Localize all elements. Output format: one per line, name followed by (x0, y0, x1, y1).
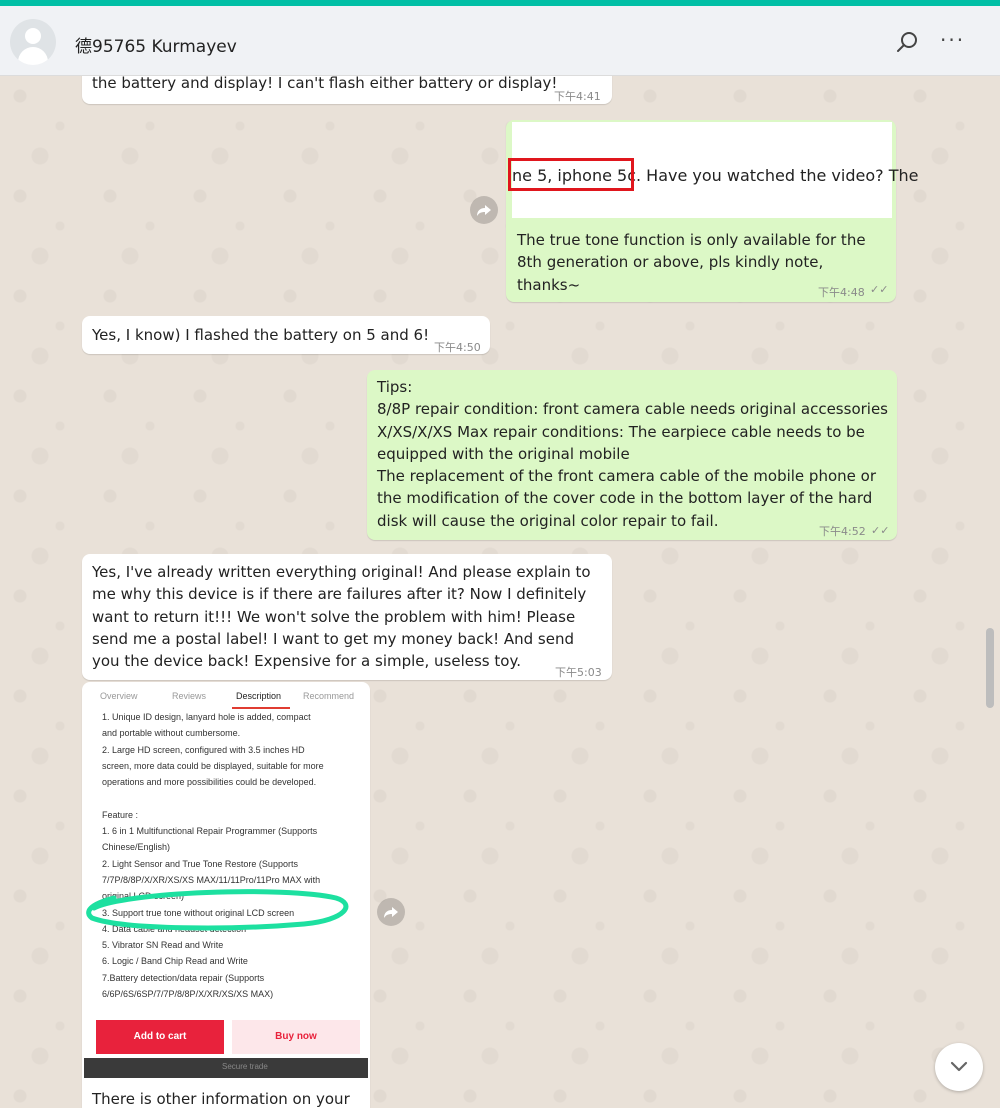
chat-header: 德95765 Kurmayev ··· (0, 6, 1000, 76)
double-check-icon: ✓✓ (871, 524, 890, 537)
message-bubble-outgoing[interactable]: Tips: 8/8P repair condition: front camer… (367, 370, 897, 540)
scrollbar[interactable] (986, 628, 994, 708)
message-time: 下午4:41 (554, 90, 601, 103)
avatar[interactable] (10, 19, 56, 65)
message-text: Tips: 8/8P repair condition: front camer… (377, 378, 888, 530)
more-icon[interactable]: ··· (940, 28, 965, 52)
add-to-cart-button: Add to cart (96, 1020, 224, 1054)
purchase-bar: Add to cart Buy now (84, 1015, 368, 1061)
search-icon[interactable] (896, 30, 920, 54)
message-text: Yes, I know) I flashed the battery on 5 … (92, 326, 430, 344)
avatar-body (18, 47, 48, 65)
message-time: 下午5:03 (555, 666, 602, 679)
chevron-down-icon[interactable] (935, 1043, 983, 1091)
forward-icon[interactable] (470, 196, 498, 224)
message-list[interactable]: the battery and display! I can't flash e… (0, 76, 1000, 1108)
bottom-strip: Secure trade (84, 1058, 368, 1078)
highlight-box (508, 158, 634, 191)
highlight-ellipse (86, 889, 349, 931)
forward-icon[interactable] (377, 898, 405, 926)
message-time: 下午4:50 (434, 341, 481, 354)
message-time: 下午4:52 (819, 525, 866, 538)
message-bubble-incoming[interactable]: Yes, I know) I flashed the battery on 5 … (82, 316, 490, 354)
message-time: 下午4:48 (818, 286, 865, 299)
message-bubble-incoming[interactable]: the battery and display! I can't flash e… (82, 76, 612, 104)
double-check-icon: ✓✓ (870, 283, 889, 296)
bottom-strip-text: Secure trade (222, 1062, 268, 1071)
message-text: Yes, I've already written everything ori… (92, 563, 591, 671)
product-screenshot[interactable]: Overview Reviews Description Recommend 1… (84, 684, 368, 1078)
contact-name[interactable]: 德95765 Kurmayev (75, 32, 237, 57)
message-text: the battery and display! I can't flash e… (92, 76, 558, 92)
avatar-head (25, 28, 41, 44)
message-bubble-incoming[interactable]: Yes, I've already written everything ori… (82, 554, 612, 680)
buy-now-button: Buy now (232, 1020, 360, 1054)
message-text: There is other information on your (92, 1090, 350, 1108)
